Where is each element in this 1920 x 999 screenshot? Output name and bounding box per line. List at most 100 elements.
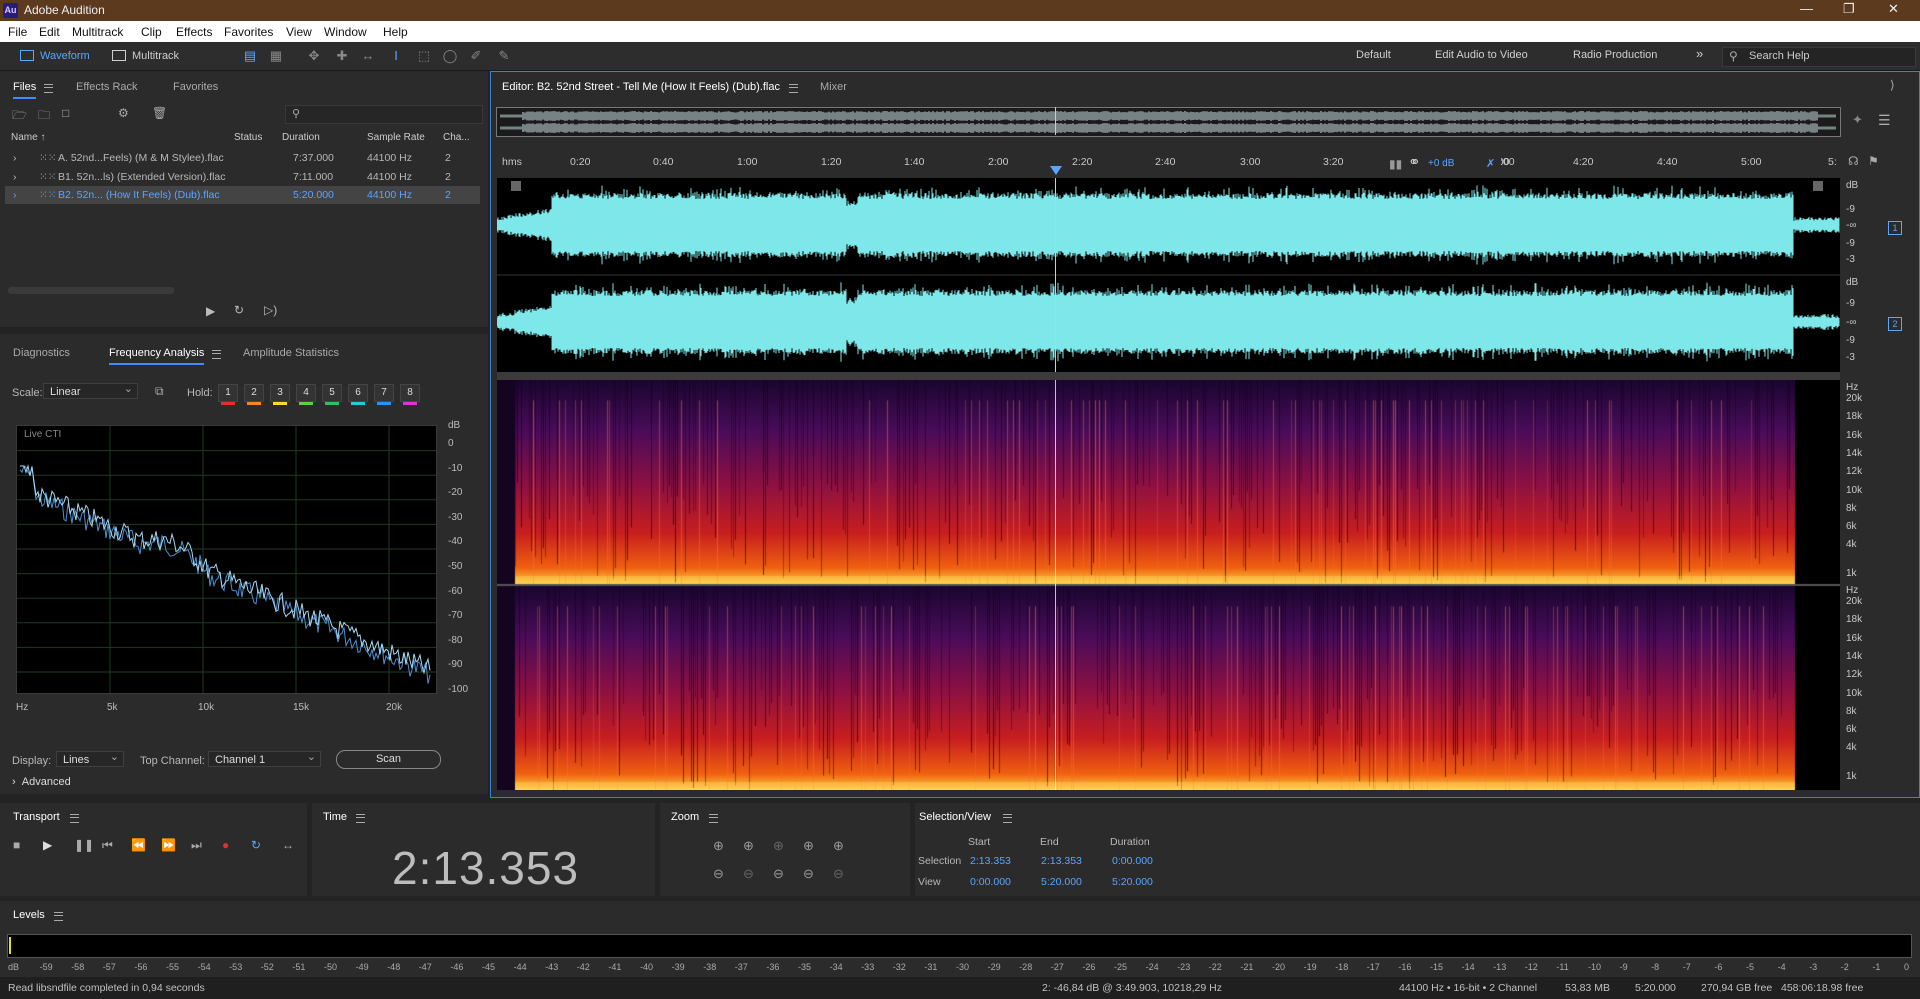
mixer-tab[interactable]: Mixer: [820, 81, 847, 93]
minimize-icon[interactable]: —: [1800, 1, 1813, 16]
tab-frequency-analysis[interactable]: Frequency Analysis: [109, 347, 204, 359]
hold-button-3[interactable]: 3: [270, 384, 290, 402]
time-display[interactable]: 2:13.353: [392, 841, 579, 895]
go-to-end-icon[interactable]: ⏭: [191, 838, 202, 853]
play-icon[interactable]: ▶: [43, 838, 52, 852]
view-end[interactable]: 5:20.000: [1041, 876, 1082, 888]
spectral-area[interactable]: [497, 380, 1840, 790]
headphones-icon[interactable]: ☊: [1848, 154, 1859, 168]
skip-selection-icon[interactable]: ↔: [282, 838, 294, 852]
expand-icon[interactable]: ›: [13, 152, 17, 164]
advanced-toggle[interactable]: › Advanced: [12, 776, 71, 788]
menu-multitrack[interactable]: Multitrack: [72, 25, 123, 39]
files-horizontal-scrollbar[interactable]: [8, 287, 174, 294]
zoom-in-left-icon[interactable]: ⊕: [803, 838, 814, 854]
waveform-area[interactable]: [497, 178, 1840, 372]
fast-forward-icon[interactable]: ⏩: [161, 838, 176, 852]
menu-help[interactable]: Help: [383, 25, 408, 39]
insert-into-multitrack-icon[interactable]: ⚙: [118, 106, 129, 120]
zoom-in-time-icon[interactable]: ⊕: [743, 838, 754, 854]
zoom-selected-tracks-icon[interactable]: ⊖: [803, 866, 814, 882]
close-icon[interactable]: ✕: [1888, 1, 1899, 17]
import-file-icon[interactable]: 🗀: [38, 106, 50, 127]
tab-files[interactable]: Files: [13, 81, 36, 93]
column-status[interactable]: Status: [234, 132, 262, 143]
razor-tool-icon[interactable]: ✚: [334, 48, 350, 64]
menu-file[interactable]: File: [8, 25, 27, 39]
display-dropdown[interactable]: Lines: [56, 751, 124, 767]
selection-end[interactable]: 2:13.353: [1041, 855, 1082, 867]
tab-diagnostics[interactable]: Diagnostics: [13, 347, 70, 359]
menu-view[interactable]: View: [286, 25, 312, 39]
brush-tool-icon[interactable]: ✐: [468, 48, 484, 64]
transport-menu-icon[interactable]: [70, 814, 79, 823]
menu-clip[interactable]: Clip: [141, 25, 162, 39]
spot-healing-tool-icon[interactable]: ✎: [496, 48, 512, 64]
hold-button-2[interactable]: 2: [244, 384, 264, 402]
view-start[interactable]: 0:00.000: [970, 876, 1011, 888]
hold-button-8[interactable]: 8: [400, 384, 420, 402]
marker-icon[interactable]: ⚑: [1868, 154, 1879, 168]
selection-start[interactable]: 2:13.353: [970, 855, 1011, 867]
menu-window[interactable]: Window: [324, 25, 367, 39]
move-tool-icon[interactable]: ✥: [306, 48, 322, 64]
pin-icon[interactable]: ✗: [1486, 157, 1495, 170]
scale-dropdown[interactable]: Linear: [43, 383, 138, 399]
time-menu-icon[interactable]: [356, 814, 365, 823]
time-selection-tool-icon[interactable]: I: [388, 48, 404, 64]
top-channel-dropdown[interactable]: Channel 1: [208, 751, 321, 767]
analysis-panel-menu-icon[interactable]: [212, 350, 221, 359]
hold-button-5[interactable]: 5: [322, 384, 342, 402]
waveform-mode-button[interactable]: Waveform: [16, 47, 96, 65]
new-file-icon[interactable]: □: [62, 106, 69, 120]
file-row[interactable]: › ⁙⁙ B1. 52n...ls) (Extended Version).fl…: [5, 168, 480, 186]
show-spectral-icon[interactable]: ▦: [268, 48, 284, 64]
file-row-selected[interactable]: › ⁙⁙ B2. 52n... (How It Feels) (Dub).fla…: [5, 186, 480, 204]
zoom-out-time-icon[interactable]: ⊖: [743, 866, 754, 882]
zoom-to-selection-icon[interactable]: ⊕: [773, 838, 784, 854]
hold-button-1[interactable]: 1: [218, 384, 238, 402]
open-file-icon[interactable]: 🗁: [12, 106, 27, 127]
hold-button-6[interactable]: 6: [348, 384, 368, 402]
delete-file-icon[interactable]: 🗑: [152, 106, 167, 120]
workspace-edit-audio-to-video[interactable]: Edit Audio to Video: [1435, 49, 1528, 61]
loop-playback-icon[interactable]: ↻: [251, 838, 261, 852]
editor-menu-icon[interactable]: [789, 84, 798, 93]
go-to-start-icon[interactable]: ⏮: [102, 838, 113, 853]
restore-icon[interactable]: ❐: [1843, 1, 1855, 17]
play-preview-icon[interactable]: ▶: [206, 304, 215, 318]
scan-button[interactable]: Scan: [336, 750, 441, 769]
pause-icon[interactable]: ❚❚: [74, 838, 94, 852]
zoom-in-right-icon[interactable]: ⊕: [833, 838, 844, 854]
tab-effects-rack[interactable]: Effects Rack: [76, 81, 138, 93]
menu-edit[interactable]: Edit: [39, 25, 60, 39]
tab-favorites[interactable]: Favorites: [173, 81, 218, 93]
selection-view-menu-icon[interactable]: [1003, 814, 1012, 823]
channel-2-toggle[interactable]: 2: [1888, 317, 1902, 331]
overview-bar[interactable]: [496, 107, 1841, 137]
zoom-out-amplitude-icon[interactable]: ⊖: [713, 866, 724, 882]
workspace-default[interactable]: Default: [1356, 49, 1391, 61]
zoom-reset-icon[interactable]: ✦: [1852, 112, 1863, 128]
volume-value[interactable]: +0 dB: [1428, 158, 1454, 169]
copy-icon[interactable]: ⧉: [155, 384, 164, 399]
file-row[interactable]: › ⁙⁙ A. 52nd...Feels) (M & M Stylee).fla…: [5, 149, 480, 167]
record-icon[interactable]: ●: [222, 838, 229, 852]
files-panel-menu-icon[interactable]: [44, 84, 53, 93]
expand-icon[interactable]: ›: [13, 189, 17, 201]
tab-amplitude-statistics[interactable]: Amplitude Statistics: [243, 347, 339, 359]
view-duration[interactable]: 5:20.000: [1112, 876, 1153, 888]
view-divider[interactable]: [497, 372, 1840, 380]
editor-panel-menu-icon[interactable]: ⟩: [1890, 78, 1895, 92]
hold-button-7[interactable]: 7: [374, 384, 394, 402]
column-duration[interactable]: Duration: [282, 132, 320, 143]
zoom-fit-icon[interactable]: ⊖: [833, 866, 844, 882]
fade-out-handle[interactable]: [1813, 181, 1823, 191]
overview-options-icon[interactable]: ☰: [1878, 112, 1891, 129]
selection-duration[interactable]: 0:00.000: [1112, 855, 1153, 867]
stop-icon[interactable]: ■: [13, 838, 20, 852]
multitrack-mode-button[interactable]: Multitrack: [108, 47, 185, 65]
search-help-field[interactable]: ⚲ Search Help: [1722, 47, 1916, 67]
zoom-in-amplitude-icon[interactable]: ⊕: [713, 838, 724, 854]
column-channels[interactable]: Cha...: [443, 132, 470, 143]
